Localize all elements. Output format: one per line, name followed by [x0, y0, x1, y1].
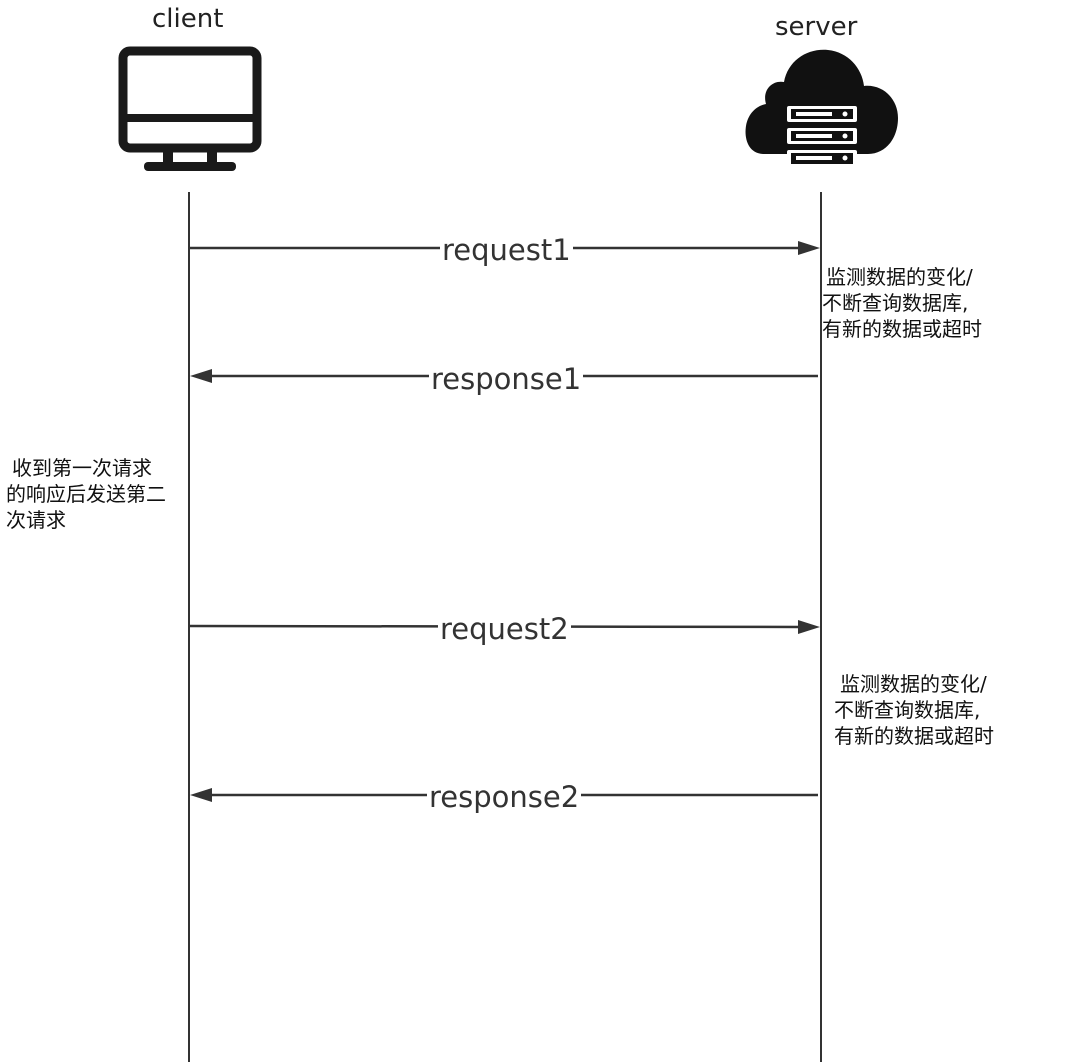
server-note-1-line-2: 不断查询数据库,: [822, 291, 969, 315]
server-note-1: 监测数据的变化/ 不断查询数据库, 有新的数据或超时: [822, 264, 982, 342]
client-note: 收到第一次请求 的响应后发送第二 次请求: [6, 455, 166, 533]
server-note-2-line-2: 不断查询数据库,: [834, 698, 981, 722]
server-note-2-line-3: 有新的数据或超时: [834, 724, 994, 748]
server-note-2-line-1: 监测数据的变化/: [840, 672, 987, 696]
server-note-1-line-3: 有新的数据或超时: [822, 317, 982, 341]
response1-arrowhead: [190, 369, 212, 383]
request1-arrowhead: [798, 241, 820, 255]
response1-label: response1: [429, 362, 584, 396]
request1-label: request1: [440, 233, 573, 267]
request2-arrowhead: [798, 620, 820, 634]
server-note-2: 监测数据的变化/ 不断查询数据库, 有新的数据或超时: [834, 671, 994, 749]
client-note-line-2: 的响应后发送第二: [6, 482, 166, 506]
response2-label: response2: [427, 780, 582, 814]
server-note-1-line-1: 监测数据的变化/: [826, 265, 973, 289]
response2-arrowhead: [190, 788, 212, 802]
client-note-line-3: 次请求: [6, 508, 66, 532]
request2-label: request2: [438, 612, 571, 646]
client-note-line-1: 收到第一次请求: [12, 456, 152, 480]
